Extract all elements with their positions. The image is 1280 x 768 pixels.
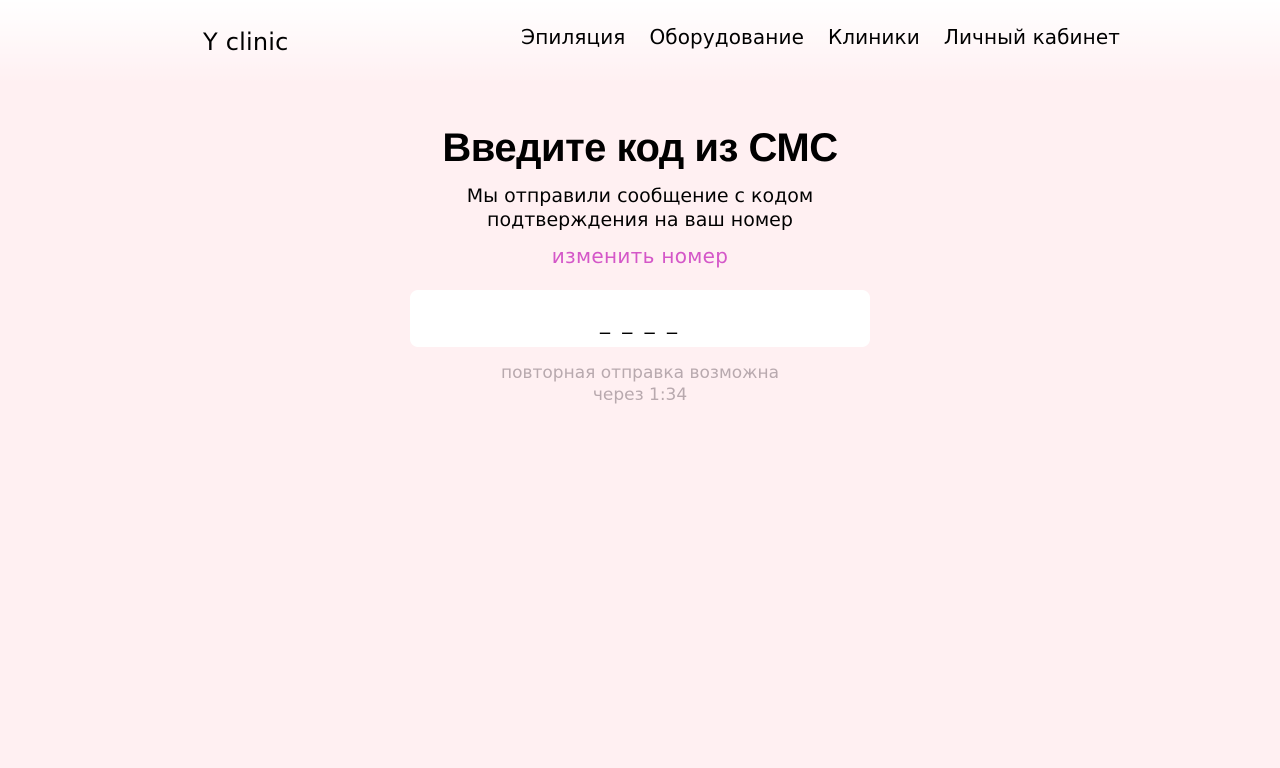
- resend-timer-text: повторная отправка возможна через 1:34: [480, 362, 800, 406]
- instructions-line-1: Мы отправили сообщение с кодом: [466, 185, 814, 207]
- instructions-text: Мы отправили сообщение с кодом подтвержд…: [430, 184, 850, 232]
- nav-item-account[interactable]: Личный кабинет: [944, 24, 1120, 50]
- sms-code-input[interactable]: [410, 290, 870, 347]
- nav-item-equipment[interactable]: Оборудование: [649, 24, 804, 50]
- nav-item-epilation[interactable]: Эпиляция: [521, 24, 625, 50]
- change-number-link[interactable]: изменить номер: [552, 244, 729, 268]
- code-field-container: [410, 290, 870, 347]
- resend-countdown: через 1:34: [592, 385, 688, 405]
- instructions-line-2: подтверждения на ваш номер: [487, 209, 793, 231]
- resend-line-1: повторная отправка возможна: [500, 363, 780, 383]
- page-title: Введите код из СМС: [442, 126, 838, 170]
- sms-verification-section: Введите код из СМС Мы отправили сообщени…: [0, 122, 1280, 406]
- logo-link[interactable]: Y clinic: [203, 26, 289, 58]
- main-nav: Эпиляция Оборудование Клиники Личный каб…: [521, 24, 1120, 50]
- site-header: Y clinic Эпиляция Оборудование Клиники Л…: [0, 0, 1280, 84]
- nav-item-clinics[interactable]: Клиники: [828, 24, 920, 50]
